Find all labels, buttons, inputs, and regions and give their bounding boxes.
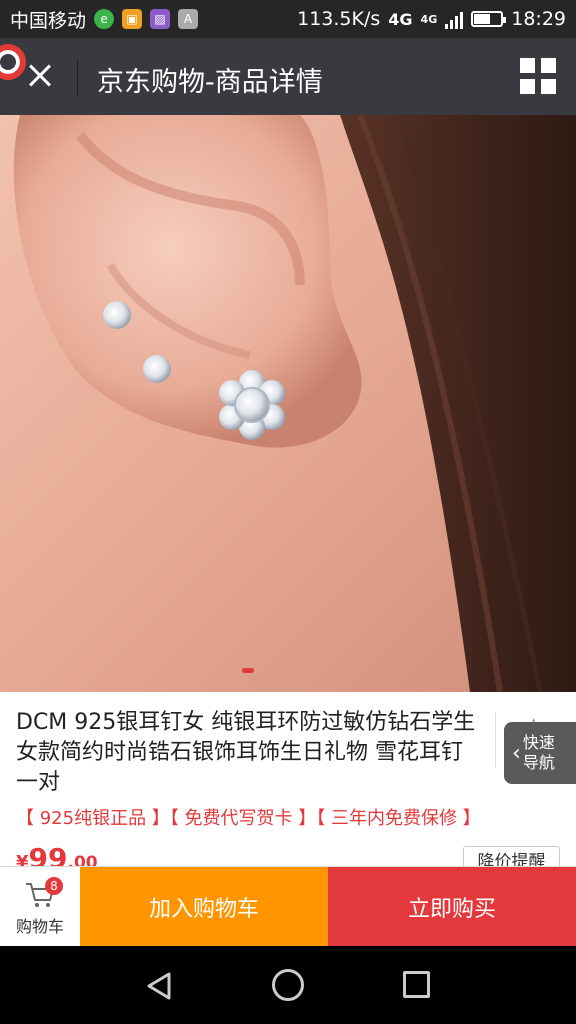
small-stud xyxy=(143,355,171,383)
system-nav-bar xyxy=(0,946,576,1024)
small-stud xyxy=(103,301,131,329)
cart-count-badge: 8 xyxy=(45,877,63,895)
back-icon[interactable] xyxy=(144,971,174,1001)
battery-icon xyxy=(471,11,507,27)
network-type-small: 4G xyxy=(420,12,438,26)
carousel-indicator xyxy=(242,668,254,673)
favorite-divider xyxy=(495,712,496,768)
product-title: DCM 925银耳钉女 纯银耳环防过敏仿钻石学生女款简约时尚锆石银饰耳饰生日礼物… xyxy=(16,710,476,795)
cart-label: 购物车 xyxy=(15,917,64,936)
clock: 18:29 xyxy=(511,8,566,30)
signal-icon xyxy=(445,9,464,29)
battery-fill xyxy=(474,14,491,24)
title-divider xyxy=(77,58,78,96)
buy-now-button[interactable]: 立即购买 xyxy=(328,867,576,947)
close-button[interactable] xyxy=(22,58,58,94)
e-icon: e xyxy=(94,9,115,29)
cart-button[interactable]: 8 购物车 xyxy=(0,867,80,947)
chevron-left-icon: ‹ xyxy=(512,740,521,766)
page-title: 京东购物-商品详情 xyxy=(97,67,323,98)
network-type: 4G xyxy=(388,9,413,29)
title-bar: 京东购物-商品详情 xyxy=(0,38,576,115)
product-image-carousel[interactable] xyxy=(0,115,576,692)
grid-menu-icon[interactable] xyxy=(520,58,556,94)
network-speed: 113.5K/s xyxy=(297,8,381,30)
quick-nav-button[interactable]: ‹ 快速导航 xyxy=(504,722,576,784)
promo-tags: 【 925纯银正品 】【 免费代写贺卡 】【 三年内免费保修 】 xyxy=(16,808,481,829)
product-info: DCM 925银耳钉女 纯银耳环防过敏仿钻石学生女款简约时尚锆石银饰耳饰生日礼物… xyxy=(0,692,576,878)
product-image xyxy=(0,115,576,692)
a-icon: A xyxy=(178,9,199,29)
add-to-cart-button[interactable]: 加入购物车 xyxy=(80,867,328,947)
action-bar: 8 购物车 加入购物车 立即购买 xyxy=(0,866,576,947)
gallery-icon: ▨ xyxy=(150,9,171,29)
home-icon[interactable] xyxy=(272,969,304,1001)
status-bar: 中国移动 e ▣ ▨ A 113.5K/s 4G 4G 18:29 xyxy=(0,0,576,38)
lock-icon: ▣ xyxy=(122,9,143,29)
recent-apps-icon[interactable] xyxy=(403,971,430,998)
carrier-label: 中国移动 xyxy=(10,9,87,32)
quick-nav-label: 快速导航 xyxy=(522,733,555,772)
snowflake-stud xyxy=(219,370,285,440)
